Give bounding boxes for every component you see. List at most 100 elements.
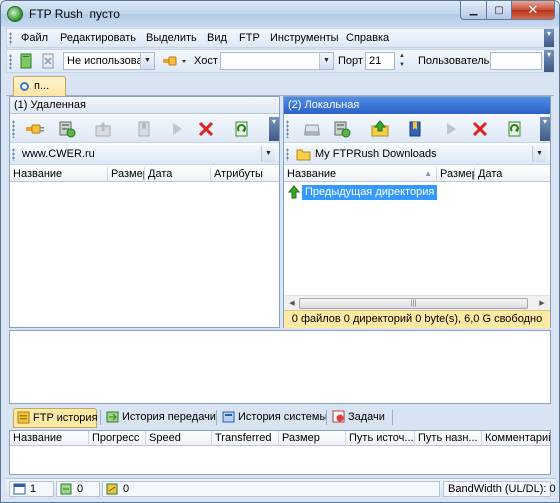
menu-edit[interactable]: Редактировать xyxy=(60,32,136,44)
remote-col-size[interactable]: Размер xyxy=(108,167,145,182)
queue-col-size[interactable]: Размер xyxy=(279,431,346,446)
local-toolbar: ▾ xyxy=(284,115,550,143)
tab-tasks[interactable]: Задачи xyxy=(329,408,389,428)
menubar-grip[interactable] xyxy=(9,32,12,45)
remote-parent-folder-button[interactable] xyxy=(94,120,112,138)
transfer-icon xyxy=(106,483,118,495)
local-status-strip: 0 файлов 0 директорий 0 byte(s), 6,0 G с… xyxy=(284,310,550,328)
minimize-button[interactable]: ▁ xyxy=(460,1,487,20)
remote-play-button[interactable] xyxy=(168,120,186,138)
status-bandwidth: BandWidth (UL/DL): 0 xyxy=(443,481,556,497)
app-window: FTP Rush пусто ▁ ▢ ✕ Файл Редактировать … xyxy=(0,0,560,503)
remote-pane-header[interactable]: (1) Удаленная xyxy=(10,97,279,114)
remote-toolbar: ▾ xyxy=(10,115,279,143)
scroll-right-icon[interactable]: ▶ xyxy=(536,298,548,309)
remote-address-input[interactable]: www.CWER.ru ▼ xyxy=(19,146,277,164)
port-value: 21 xyxy=(369,55,382,67)
local-play-button[interactable] xyxy=(442,120,460,138)
local-drive-button[interactable] xyxy=(303,120,321,138)
toolbar-overflow-button[interactable]: ▾ xyxy=(544,50,554,72)
bookmark-icon xyxy=(409,121,421,137)
local-toolbar-overflow-button[interactable]: ▾ xyxy=(540,117,550,141)
transfer-queue: Название Прогресс Speed Transferred Разм… xyxy=(9,430,551,475)
list-item[interactable]: Предыдущая директория xyxy=(302,185,438,200)
connect-menu-button[interactable] xyxy=(162,55,188,70)
scrollbar-thumb[interactable]: ||| xyxy=(299,298,528,309)
parent-folder-icon xyxy=(371,120,389,137)
local-refresh-button[interactable] xyxy=(506,120,524,138)
chevron-down-icon: ▼ xyxy=(140,53,154,69)
menu-tools[interactable]: Инструменты xyxy=(270,32,339,44)
local-col-name[interactable]: Название ▲ xyxy=(284,167,437,182)
tab-transfer-history[interactable]: История передачи xyxy=(103,408,216,428)
local-column-headers: Название ▲ Размер Дата xyxy=(284,167,550,182)
session-tab[interactable]: п... xyxy=(13,76,66,97)
parent-dir-row[interactable] xyxy=(287,185,301,202)
remote-refresh-button[interactable] xyxy=(233,120,251,138)
remote-bookmark-button[interactable] xyxy=(135,120,153,138)
tab-system-history[interactable]: История системы xyxy=(219,408,328,428)
local-horizontal-scrollbar[interactable]: ◀ ||| ▶ xyxy=(284,295,550,310)
menu-ftp[interactable]: FTP xyxy=(239,32,260,44)
new-session-button[interactable] xyxy=(18,53,34,72)
queue-col-speed[interactable]: Speed xyxy=(146,431,212,446)
remote-col-name[interactable]: Название xyxy=(10,167,108,182)
local-address-grip[interactable] xyxy=(286,148,289,161)
local-col-date[interactable]: Дата xyxy=(475,167,550,182)
tab-system-history-label: История системы xyxy=(238,411,328,423)
refresh-icon xyxy=(235,121,248,137)
window-icon xyxy=(13,483,26,495)
remote-col-attributes[interactable]: Атрибуты xyxy=(211,167,279,182)
local-bookmark-button[interactable] xyxy=(406,120,424,138)
local-toolbar-grip[interactable] xyxy=(286,120,289,138)
port-input[interactable]: 21 xyxy=(365,52,395,70)
chevron-down-icon: ▼ xyxy=(319,53,333,69)
minimize-icon: ▁ xyxy=(469,4,478,16)
close-session-button[interactable] xyxy=(40,53,56,72)
remote-toolbar-overflow-button[interactable]: ▾ xyxy=(269,117,279,141)
port-spinner[interactable]: ▲ ▼ xyxy=(397,52,407,70)
user-input[interactable] xyxy=(490,52,542,70)
window-title: FTP Rush пусто xyxy=(29,7,120,21)
toolbar-grip[interactable] xyxy=(9,54,12,69)
remote-site-manager-button[interactable] xyxy=(58,120,76,138)
queue-col-comment[interactable]: Комментарий xyxy=(482,431,550,446)
remote-stop-button[interactable] xyxy=(197,120,215,138)
queue-col-progress[interactable]: Прогресс xyxy=(89,431,146,446)
tab-ftp-history[interactable]: FTP история xyxy=(13,408,98,428)
menubar-overflow-button[interactable]: ▾ xyxy=(544,29,554,47)
queue-col-name[interactable]: Название xyxy=(10,431,89,446)
local-parent-folder-button[interactable] xyxy=(371,120,389,138)
remote-toolbar-grip[interactable] xyxy=(12,120,15,138)
menu-file[interactable]: Файл xyxy=(21,32,48,44)
menu-view[interactable]: Вид xyxy=(207,32,227,44)
bookmark-icon xyxy=(138,121,150,137)
remote-connect-button[interactable] xyxy=(26,120,44,138)
local-pane-header[interactable]: (2) Локальная xyxy=(284,97,550,114)
queue-col-transferred[interactable]: Transferred xyxy=(212,431,279,446)
user-label: Пользователь xyxy=(418,55,490,67)
status-queue-count: 0 xyxy=(77,483,84,495)
quick-connect-toolbar: Не использовать ▼ Хост ▼ Порт 21 ▲ ▼ Поль… xyxy=(6,49,554,73)
remote-col-date[interactable]: Дата xyxy=(145,167,211,182)
remote-address-grip[interactable] xyxy=(12,148,15,161)
profile-select[interactable]: Не использовать ▼ xyxy=(63,52,155,70)
scroll-left-icon[interactable]: ◀ xyxy=(286,298,298,309)
local-col-size[interactable]: Размер xyxy=(437,167,475,182)
host-input[interactable]: ▼ xyxy=(220,52,334,70)
new-document-icon xyxy=(20,53,32,69)
log-panel[interactable] xyxy=(9,330,551,404)
menu-help[interactable]: Справка xyxy=(346,32,389,44)
maximize-button[interactable]: ▢ xyxy=(486,1,512,20)
site-manager-icon xyxy=(59,121,76,138)
local-address-input[interactable]: My FTPRush Downloads ▼ xyxy=(312,146,548,164)
close-button[interactable]: ✕ xyxy=(511,1,555,20)
queue-col-source-path[interactable]: Путь источ... xyxy=(346,431,415,446)
queue-col-dest-path[interactable]: Путь назн... xyxy=(415,431,482,446)
connect-plug-icon xyxy=(26,124,44,134)
chevron-down-icon: ▼ xyxy=(261,146,275,162)
local-stop-button[interactable] xyxy=(471,120,489,138)
menu-select[interactable]: Выделить xyxy=(146,32,197,44)
title-bar: FTP Rush пусто ▁ ▢ ✕ xyxy=(1,1,559,27)
local-site-manager-button[interactable] xyxy=(333,120,351,138)
